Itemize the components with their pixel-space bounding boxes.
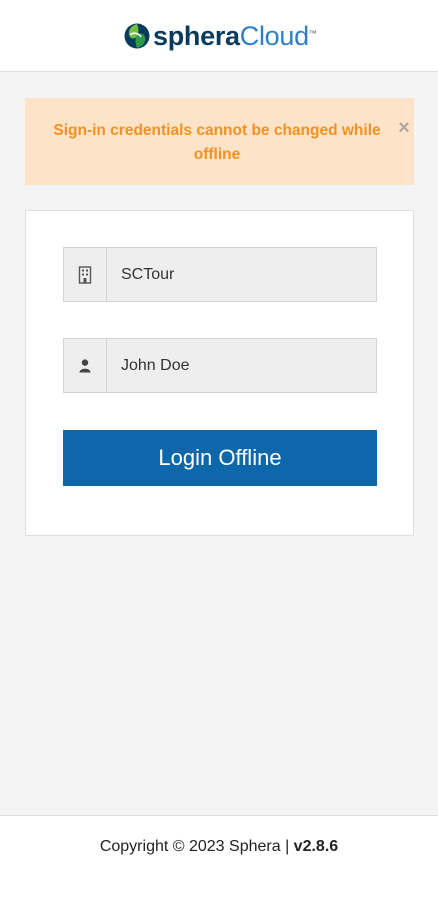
copyright-text: Copyright © 2023 Sphera | <box>99 838 294 855</box>
login-card: Login Offline <box>25 210 414 536</box>
close-icon[interactable]: × <box>396 118 412 138</box>
building-icon-svg <box>78 265 92 284</box>
footer-copyright: Copyright © 2023 Sphera | v2.8.6 <box>0 838 438 856</box>
app-footer: Copyright © 2023 Sphera | v2.8.6 <box>0 815 438 900</box>
alert-message: Sign-in credentials cannot be changed wh… <box>53 122 381 163</box>
sphera-logo-icon <box>124 23 150 49</box>
logo-wordmark: spheraCloud™ <box>153 18 317 54</box>
app-header: spheraCloud™ <box>0 0 438 72</box>
version-label: v2.8.6 <box>293 838 339 855</box>
logo-text-sphera: sphera <box>153 21 240 51</box>
user-icon-svg <box>79 358 91 372</box>
logo-trademark: ™ <box>308 29 317 38</box>
offline-warning-alert: Sign-in credentials cannot be changed wh… <box>25 98 414 185</box>
user-icon <box>64 339 107 392</box>
logo-text-cloud: Cloud <box>239 21 309 51</box>
username-input[interactable] <box>107 339 376 392</box>
login-offline-button[interactable]: Login Offline <box>63 430 377 486</box>
sphera-cloud-logo: spheraCloud™ <box>124 18 317 54</box>
username-field <box>63 338 377 393</box>
tenant-field <box>63 247 377 302</box>
tenant-input[interactable] <box>107 248 376 301</box>
building-icon <box>64 248 107 301</box>
